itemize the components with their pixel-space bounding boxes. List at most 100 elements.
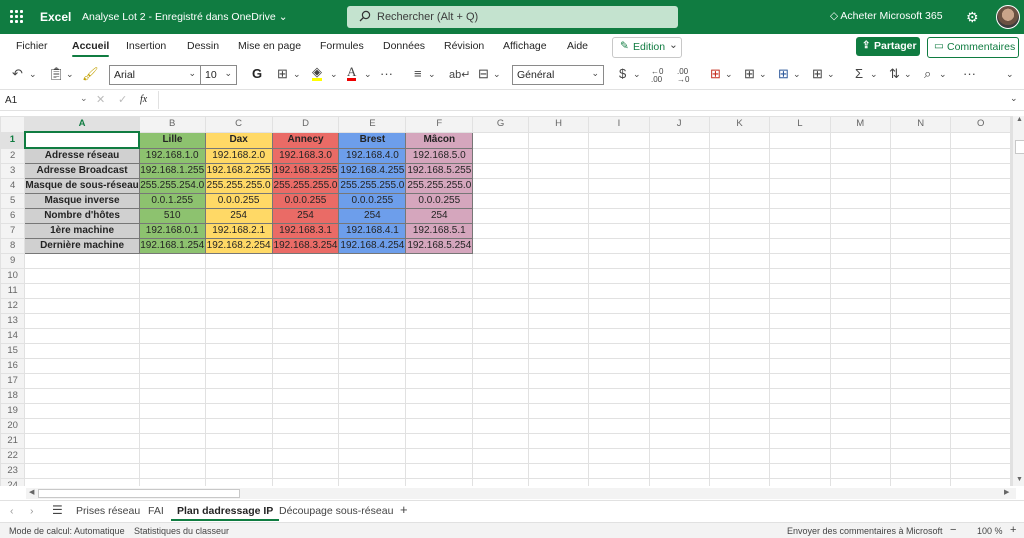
empty-cell[interactable]: [527, 283, 590, 299]
value-cell[interactable]: 192.168.2.1: [204, 223, 273, 239]
font-size-select[interactable]: 10 ⌄: [200, 65, 237, 85]
vertical-scroll-thumb[interactable]: [1015, 140, 1024, 154]
empty-cell[interactable]: [708, 131, 771, 149]
empty-cell[interactable]: [338, 358, 407, 374]
empty-cell[interactable]: [648, 343, 710, 359]
empty-cell[interactable]: [648, 283, 710, 299]
empty-cell[interactable]: [405, 253, 474, 269]
value-cell[interactable]: 255.255.255.0: [405, 178, 474, 194]
value-cell[interactable]: 0.0.0.255: [204, 193, 273, 209]
row-header-7[interactable]: 7: [0, 223, 26, 239]
empty-cell[interactable]: [405, 298, 474, 314]
value-cell[interactable]: 192.168.1.0: [138, 147, 206, 164]
empty-cell[interactable]: [338, 388, 407, 404]
row-header-9[interactable]: 9: [0, 253, 26, 269]
empty-cell[interactable]: [950, 283, 1011, 299]
empty-cell[interactable]: [527, 223, 590, 239]
ribbon-expand-icon[interactable]: ⌄: [1006, 69, 1014, 80]
scroll-up-icon[interactable]: ▲: [1016, 116, 1023, 123]
empty-cell[interactable]: [24, 253, 140, 269]
value-cell[interactable]: 192.168.4.254: [338, 238, 407, 254]
empty-cell[interactable]: [271, 403, 340, 419]
sheet-tab-fai[interactable]: FAI: [148, 505, 164, 517]
empty-cell[interactable]: [405, 463, 474, 479]
empty-cell[interactable]: [588, 163, 650, 179]
column-header-b[interactable]: B: [138, 116, 206, 133]
empty-cell[interactable]: [829, 147, 891, 164]
empty-cell[interactable]: [829, 253, 891, 269]
empty-cell[interactable]: [950, 147, 1011, 164]
empty-cell[interactable]: [829, 208, 891, 224]
empty-cell[interactable]: [950, 358, 1011, 374]
chevron-down-icon[interactable]: ⌄: [870, 69, 878, 80]
empty-cell[interactable]: [527, 131, 590, 149]
value-cell[interactable]: 192.168.2.255: [204, 163, 273, 179]
empty-cell[interactable]: [527, 463, 590, 479]
empty-cell[interactable]: [271, 283, 340, 299]
chevron-down-icon[interactable]: ⌄: [725, 69, 733, 80]
user-avatar[interactable]: [996, 5, 1020, 29]
empty-cell[interactable]: [405, 283, 474, 299]
empty-cell[interactable]: [527, 238, 590, 254]
empty-cell[interactable]: [950, 268, 1011, 284]
empty-cell[interactable]: [138, 328, 206, 344]
empty-cell[interactable]: [338, 313, 407, 329]
empty-cell[interactable]: [472, 418, 529, 434]
empty-cell[interactable]: [889, 223, 952, 239]
empty-cell[interactable]: [24, 478, 140, 486]
empty-cell[interactable]: [648, 298, 710, 314]
empty-cell[interactable]: [829, 418, 891, 434]
empty-cell[interactable]: [527, 403, 590, 419]
empty-cell[interactable]: [338, 448, 407, 464]
empty-cell[interactable]: [338, 463, 407, 479]
empty-cell[interactable]: [271, 313, 340, 329]
empty-cell[interactable]: [950, 253, 1011, 269]
row-header-16[interactable]: 16: [0, 358, 26, 374]
empty-cell[interactable]: [889, 283, 952, 299]
empty-cell[interactable]: [950, 328, 1011, 344]
empty-cell[interactable]: [769, 193, 831, 209]
zoom-out-button[interactable]: −: [950, 524, 956, 536]
empty-cell[interactable]: [950, 208, 1011, 224]
cell-a1-selected[interactable]: [23, 131, 141, 149]
value-cell[interactable]: 192.168.4.0: [338, 147, 407, 164]
chevron-down-icon[interactable]: ⌄: [493, 69, 501, 80]
empty-cell[interactable]: [527, 178, 590, 194]
empty-cell[interactable]: [527, 268, 590, 284]
chevron-down-icon[interactable]: ⌄: [904, 69, 912, 80]
empty-cell[interactable]: [24, 328, 140, 344]
empty-cell[interactable]: [588, 328, 650, 344]
empty-cell[interactable]: [648, 238, 710, 254]
column-header-h[interactable]: H: [527, 116, 590, 133]
empty-cell[interactable]: [708, 283, 771, 299]
row-header-15[interactable]: 15: [0, 343, 26, 359]
value-cell[interactable]: 192.168.3.254: [271, 238, 340, 254]
empty-cell[interactable]: [648, 388, 710, 404]
empty-cell[interactable]: [271, 343, 340, 359]
empty-cell[interactable]: [708, 193, 771, 209]
empty-cell[interactable]: [24, 283, 140, 299]
sheet-tab-plan-adressage-ip[interactable]: Plan dadressage IP: [170, 505, 280, 521]
empty-cell[interactable]: [204, 358, 273, 374]
empty-cell[interactable]: [769, 298, 831, 314]
empty-cell[interactable]: [405, 343, 474, 359]
scroll-right-icon[interactable]: ▶: [1004, 488, 1009, 496]
empty-cell[interactable]: [769, 388, 831, 404]
add-sheet-icon[interactable]: +: [400, 502, 408, 517]
empty-cell[interactable]: [648, 193, 710, 209]
empty-cell[interactable]: [708, 448, 771, 464]
empty-cell[interactable]: [829, 178, 891, 194]
empty-cell[interactable]: [708, 373, 771, 389]
empty-cell[interactable]: [527, 328, 590, 344]
empty-cell[interactable]: [648, 433, 710, 449]
share-button[interactable]: ⇪ Partager: [856, 37, 920, 56]
chevron-down-icon[interactable]: ⌄: [793, 69, 801, 80]
empty-cell[interactable]: [204, 328, 273, 344]
empty-cell[interactable]: [472, 373, 529, 389]
empty-cell[interactable]: [338, 433, 407, 449]
empty-cell[interactable]: [138, 268, 206, 284]
empty-cell[interactable]: [950, 433, 1011, 449]
empty-cell[interactable]: [829, 463, 891, 479]
empty-cell[interactable]: [338, 298, 407, 314]
empty-cell[interactable]: [472, 238, 529, 254]
